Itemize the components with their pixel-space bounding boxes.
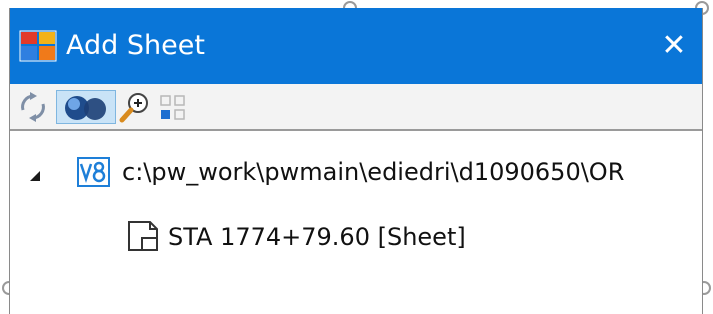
globe-button[interactable]	[56, 90, 116, 124]
zoom-in-button[interactable]	[118, 90, 152, 124]
close-button[interactable]: ✕	[654, 26, 694, 66]
globe-icon	[65, 96, 106, 120]
tree-root-label[interactable]: c:\pw_work\pwmain\ediedri\d1090650\OR	[122, 156, 624, 188]
screen: Add Sheet ✕ c:\pw_work\pwmain\ediedri\d1…	[0, 0, 713, 314]
collapse-arrow-icon[interactable]	[30, 171, 40, 181]
select-grid-icon	[160, 95, 185, 120]
v8-dgn-file-icon	[77, 157, 110, 187]
app-icon	[19, 30, 57, 62]
zoom-in-icon	[119, 93, 148, 123]
dialog-title: Add Sheet	[66, 30, 205, 61]
toolbar	[10, 84, 702, 131]
add-sheet-dialog: Add Sheet ✕ c:\pw_work\pwmain\ediedri\d1…	[9, 8, 703, 314]
sheet-tree: c:\pw_work\pwmain\ediedri\d1090650\OR ST…	[10, 131, 702, 314]
tree-child-label[interactable]: STA 1774+79.60 [Sheet]	[168, 221, 466, 253]
select-grid-button[interactable]	[156, 90, 190, 124]
close-icon: ✕	[661, 28, 687, 63]
sheet-model-icon	[126, 220, 160, 252]
refresh-button[interactable]	[16, 90, 50, 124]
refresh-icon	[21, 92, 45, 122]
title-bar[interactable]: Add Sheet ✕	[10, 8, 702, 84]
